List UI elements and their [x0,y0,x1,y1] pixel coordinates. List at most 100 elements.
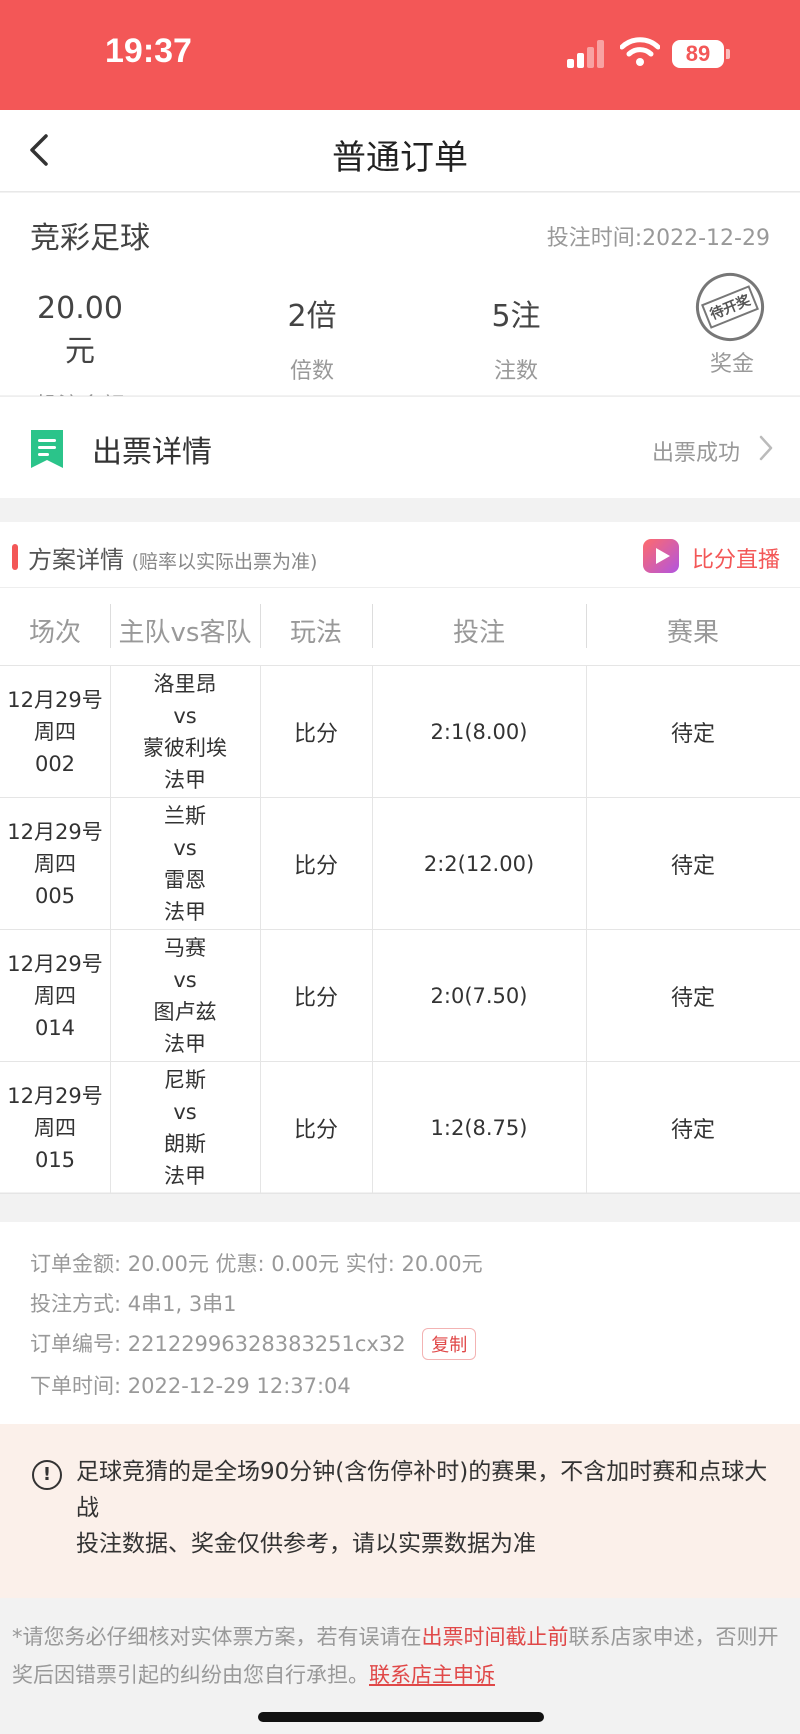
match-date: 12月29号 [7,688,103,712]
plan-detail: 方案详情 (赔率以实际出票为准) 比分直播 场次 主队vs客队 玩法 投注 赛果… [0,522,800,1194]
teams-cell: 兰斯 vs 雷恩 法甲 [110,798,260,930]
section-accent-bar [12,544,18,570]
table-row: 12月29号 周四 015 尼斯 vs 朗斯 法甲 比分 1:2(8.75) 待… [0,1062,800,1194]
multiplier-value: 2倍 [287,299,337,334]
battery-icon: 89 [672,40,724,68]
bets-block: 5注 注数 [474,291,558,385]
table-row: 12月29号 周四 005 兰斯 vs 雷恩 法甲 比分 2:2(12.00) … [0,798,800,930]
notice-line-2: 投注数据、奖金仅供参考，请以实票数据为准 [76,1531,536,1557]
disclaimer-highlight: 出票时间截止前 [421,1625,569,1649]
ticket-detail-title: 出票详情 [92,435,212,470]
result-cell: 待定 [670,722,715,747]
match-cell: 12月29号 周四 014 [0,930,110,1062]
match-cell: 12月29号 周四 005 [0,798,110,930]
prize-label: 奖金 [710,352,755,377]
order-placed-time: 下单时间: 2022-12-29 12:37:04 [30,1374,351,1398]
bet-cell: 2:1(8.00) [430,720,528,744]
table-header: 场次 主队vs客队 玩法 投注 赛果 [0,588,800,666]
table-row: 12月29号 周四 002 洛里昂 vs 蒙彼利埃 法甲 比分 2:1(8.00… [0,666,800,798]
status-bar: 19:37 89 [0,0,800,110]
plan-header: 方案详情 (赔率以实际出票为准) 比分直播 [0,522,800,588]
bet-cell: 2:2(12.00) [423,852,535,876]
bets-value: 5注 [491,299,541,334]
vs-label: vs [173,968,197,992]
teams-cell: 洛里昂 vs 蒙彼利埃 法甲 [110,666,260,798]
home-team: 兰斯 [164,804,206,828]
live-score-link[interactable]: 比分直播 [692,542,780,574]
battery-tip [726,49,730,59]
th-result: 赛果 [666,618,719,648]
notice-line-1: 足球竞猜的是全场90分钟(含伤停补时)的赛果，不含加时赛和点球大战 [76,1459,768,1521]
play-cell: 比分 [293,854,338,879]
away-team: 图卢兹 [153,1000,217,1024]
vs-label: vs [173,704,197,728]
match-number: 015 [34,1148,76,1172]
order-amounts: 订单金额: 20.00元 优惠: 0.00元 实付: 20.00元 [30,1252,483,1276]
home-team: 马赛 [164,936,206,960]
away-team: 朗斯 [164,1132,206,1156]
plan-title: 方案详情 (赔率以实际出票为准) [28,540,317,575]
disclaimer: *请您务必仔细核对实体票方案，若有误请在出票时间截止前联系店家申述，否则开奖后因… [0,1598,800,1734]
multiplier-block: 2倍 倍数 [270,291,354,385]
disclaimer-text: *请您务必仔细核对实体票方案，若有误请在出票时间截止前联系店家申述，否则开奖后因… [12,1618,792,1694]
ticket-detail-row[interactable]: 出票详情 出票成功 [0,396,800,498]
nav-bar: 普通订单 [0,110,800,192]
copy-button[interactable]: 复制 [422,1328,477,1360]
order-summary: 竞彩足球 投注时间:2022-12-29 20.00元 投注金额 2倍 倍数 5… [0,193,800,419]
result-cell: 待定 [670,854,715,879]
bet-table: 场次 主队vs客队 玩法 投注 赛果 12月29号 周四 002 洛里昂 vs … [0,588,800,1194]
result-cell: 待定 [670,1118,715,1143]
teams-cell: 尼斯 vs 朗斯 法甲 [110,1062,260,1194]
order-info: 订单金额: 20.00元 优惠: 0.00元 实付: 20.00元 投注方式: … [0,1222,800,1424]
play-cell: 比分 [293,1118,338,1143]
table-row: 12月29号 周四 014 马赛 vs 图卢兹 法甲 比分 2:0(7.50) … [0,930,800,1062]
match-cell: 12月29号 周四 002 [0,666,110,798]
vs-label: vs [173,1100,197,1124]
stamp-text: 待开奖 [701,285,759,329]
ticket-icon [31,430,63,468]
match-weekday: 周四 [34,984,76,1008]
contact-owner-link[interactable]: 联系店主申诉 [369,1663,495,1687]
order-number-line: 订单编号: 22122996328383251cx32 复制 [30,1328,477,1360]
plan-odds-note: (赔率以实际出票为准) [131,551,318,573]
bet-cell: 1:2(8.75) [430,1116,528,1140]
disclaimer-part-1: *请您务必仔细核对实体票方案，若有误请在 [12,1625,422,1649]
bet-cell: 2:0(7.50) [430,984,528,1008]
status-time: 19:37 [105,32,192,70]
match-number: 002 [34,752,76,776]
plan-title-text: 方案详情 [28,546,124,574]
away-team: 雷恩 [164,868,206,892]
bet-time: 投注时间:2022-12-29 [546,226,770,251]
match-date: 12月29号 [7,952,103,976]
match-number: 005 [34,884,76,908]
away-team: 蒙彼利埃 [143,736,227,760]
bet-method: 投注方式: 4串1, 3串1 [30,1292,237,1316]
order-number: 订单编号: 22122996328383251cx32 [30,1332,406,1356]
th-bet: 投注 [452,618,505,648]
league-name: 法甲 [164,900,206,924]
match-weekday: 周四 [34,852,76,876]
league-name: 法甲 [164,1032,206,1056]
play-cell: 比分 [293,722,338,747]
home-indicator[interactable] [258,1712,544,1722]
result-cell: 待定 [670,986,715,1011]
match-cell: 12月29号 周四 015 [0,1062,110,1194]
match-date: 12月29号 [7,1084,103,1108]
league-name: 法甲 [164,1164,206,1188]
match-weekday: 周四 [34,1116,76,1140]
league-name: 法甲 [164,768,206,792]
page-title: 普通订单 [332,138,468,178]
th-play: 玩法 [289,618,342,648]
match-number: 014 [34,1016,76,1040]
th-teams: 主队vs客队 [118,618,252,648]
chevron-right-icon [759,435,773,461]
lottery-type: 竞彩足球 [30,221,150,256]
bets-label: 注数 [493,359,538,384]
signal-icon [567,40,607,68]
amount-value: 20.00元 [37,291,123,369]
multiplier-label: 倍数 [289,359,334,384]
home-team: 尼斯 [164,1068,206,1092]
live-score-icon[interactable] [643,539,679,573]
home-team: 洛里昂 [153,672,217,696]
match-date: 12月29号 [7,820,103,844]
